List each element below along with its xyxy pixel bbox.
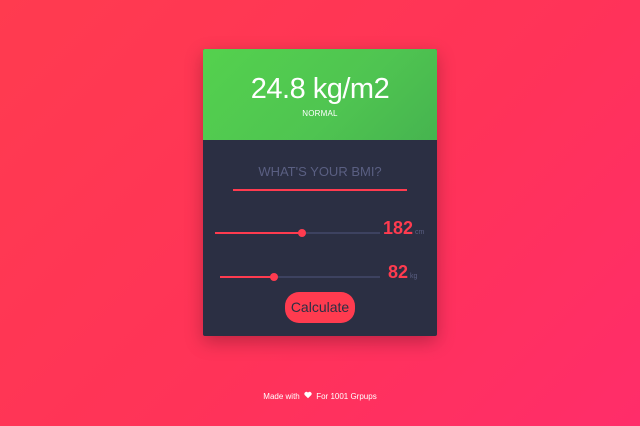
height-slider-thumb[interactable] <box>298 229 307 237</box>
weight-reading: 82 kg <box>388 262 417 283</box>
weight-slider-fill <box>220 276 275 278</box>
weight-slider[interactable] <box>220 273 380 281</box>
height-reading: 182 cm <box>383 218 424 239</box>
weight-value: 82 <box>388 262 409 282</box>
bmi-card: 24.8 kg/m2 NORMAL WHAT'S YOUR BMI? 182 cm… <box>203 49 437 336</box>
question-underline <box>233 189 407 191</box>
footer-text-before: Made with <box>263 392 300 401</box>
height-slider-fill <box>215 232 303 234</box>
footer-credit: Made with For 1001 Grpups <box>0 391 640 403</box>
footer-text-after: For 1001 Grpups <box>316 392 377 401</box>
bmi-category-label: NORMAL <box>302 109 338 118</box>
calculate-button[interactable]: Calculate <box>285 292 355 323</box>
weight-unit: kg <box>410 273 418 280</box>
weight-slider-thumb[interactable] <box>270 273 279 281</box>
height-unit: cm <box>415 229 425 236</box>
bmi-result-panel: 24.8 kg/m2 NORMAL <box>203 49 437 140</box>
heart-icon <box>304 391 312 403</box>
bmi-value: 24.8 kg/m2 <box>250 73 390 105</box>
height-value: 182 <box>383 218 414 238</box>
height-slider[interactable] <box>215 229 380 237</box>
bmi-question-title: WHAT'S YOUR BMI? <box>258 164 382 179</box>
